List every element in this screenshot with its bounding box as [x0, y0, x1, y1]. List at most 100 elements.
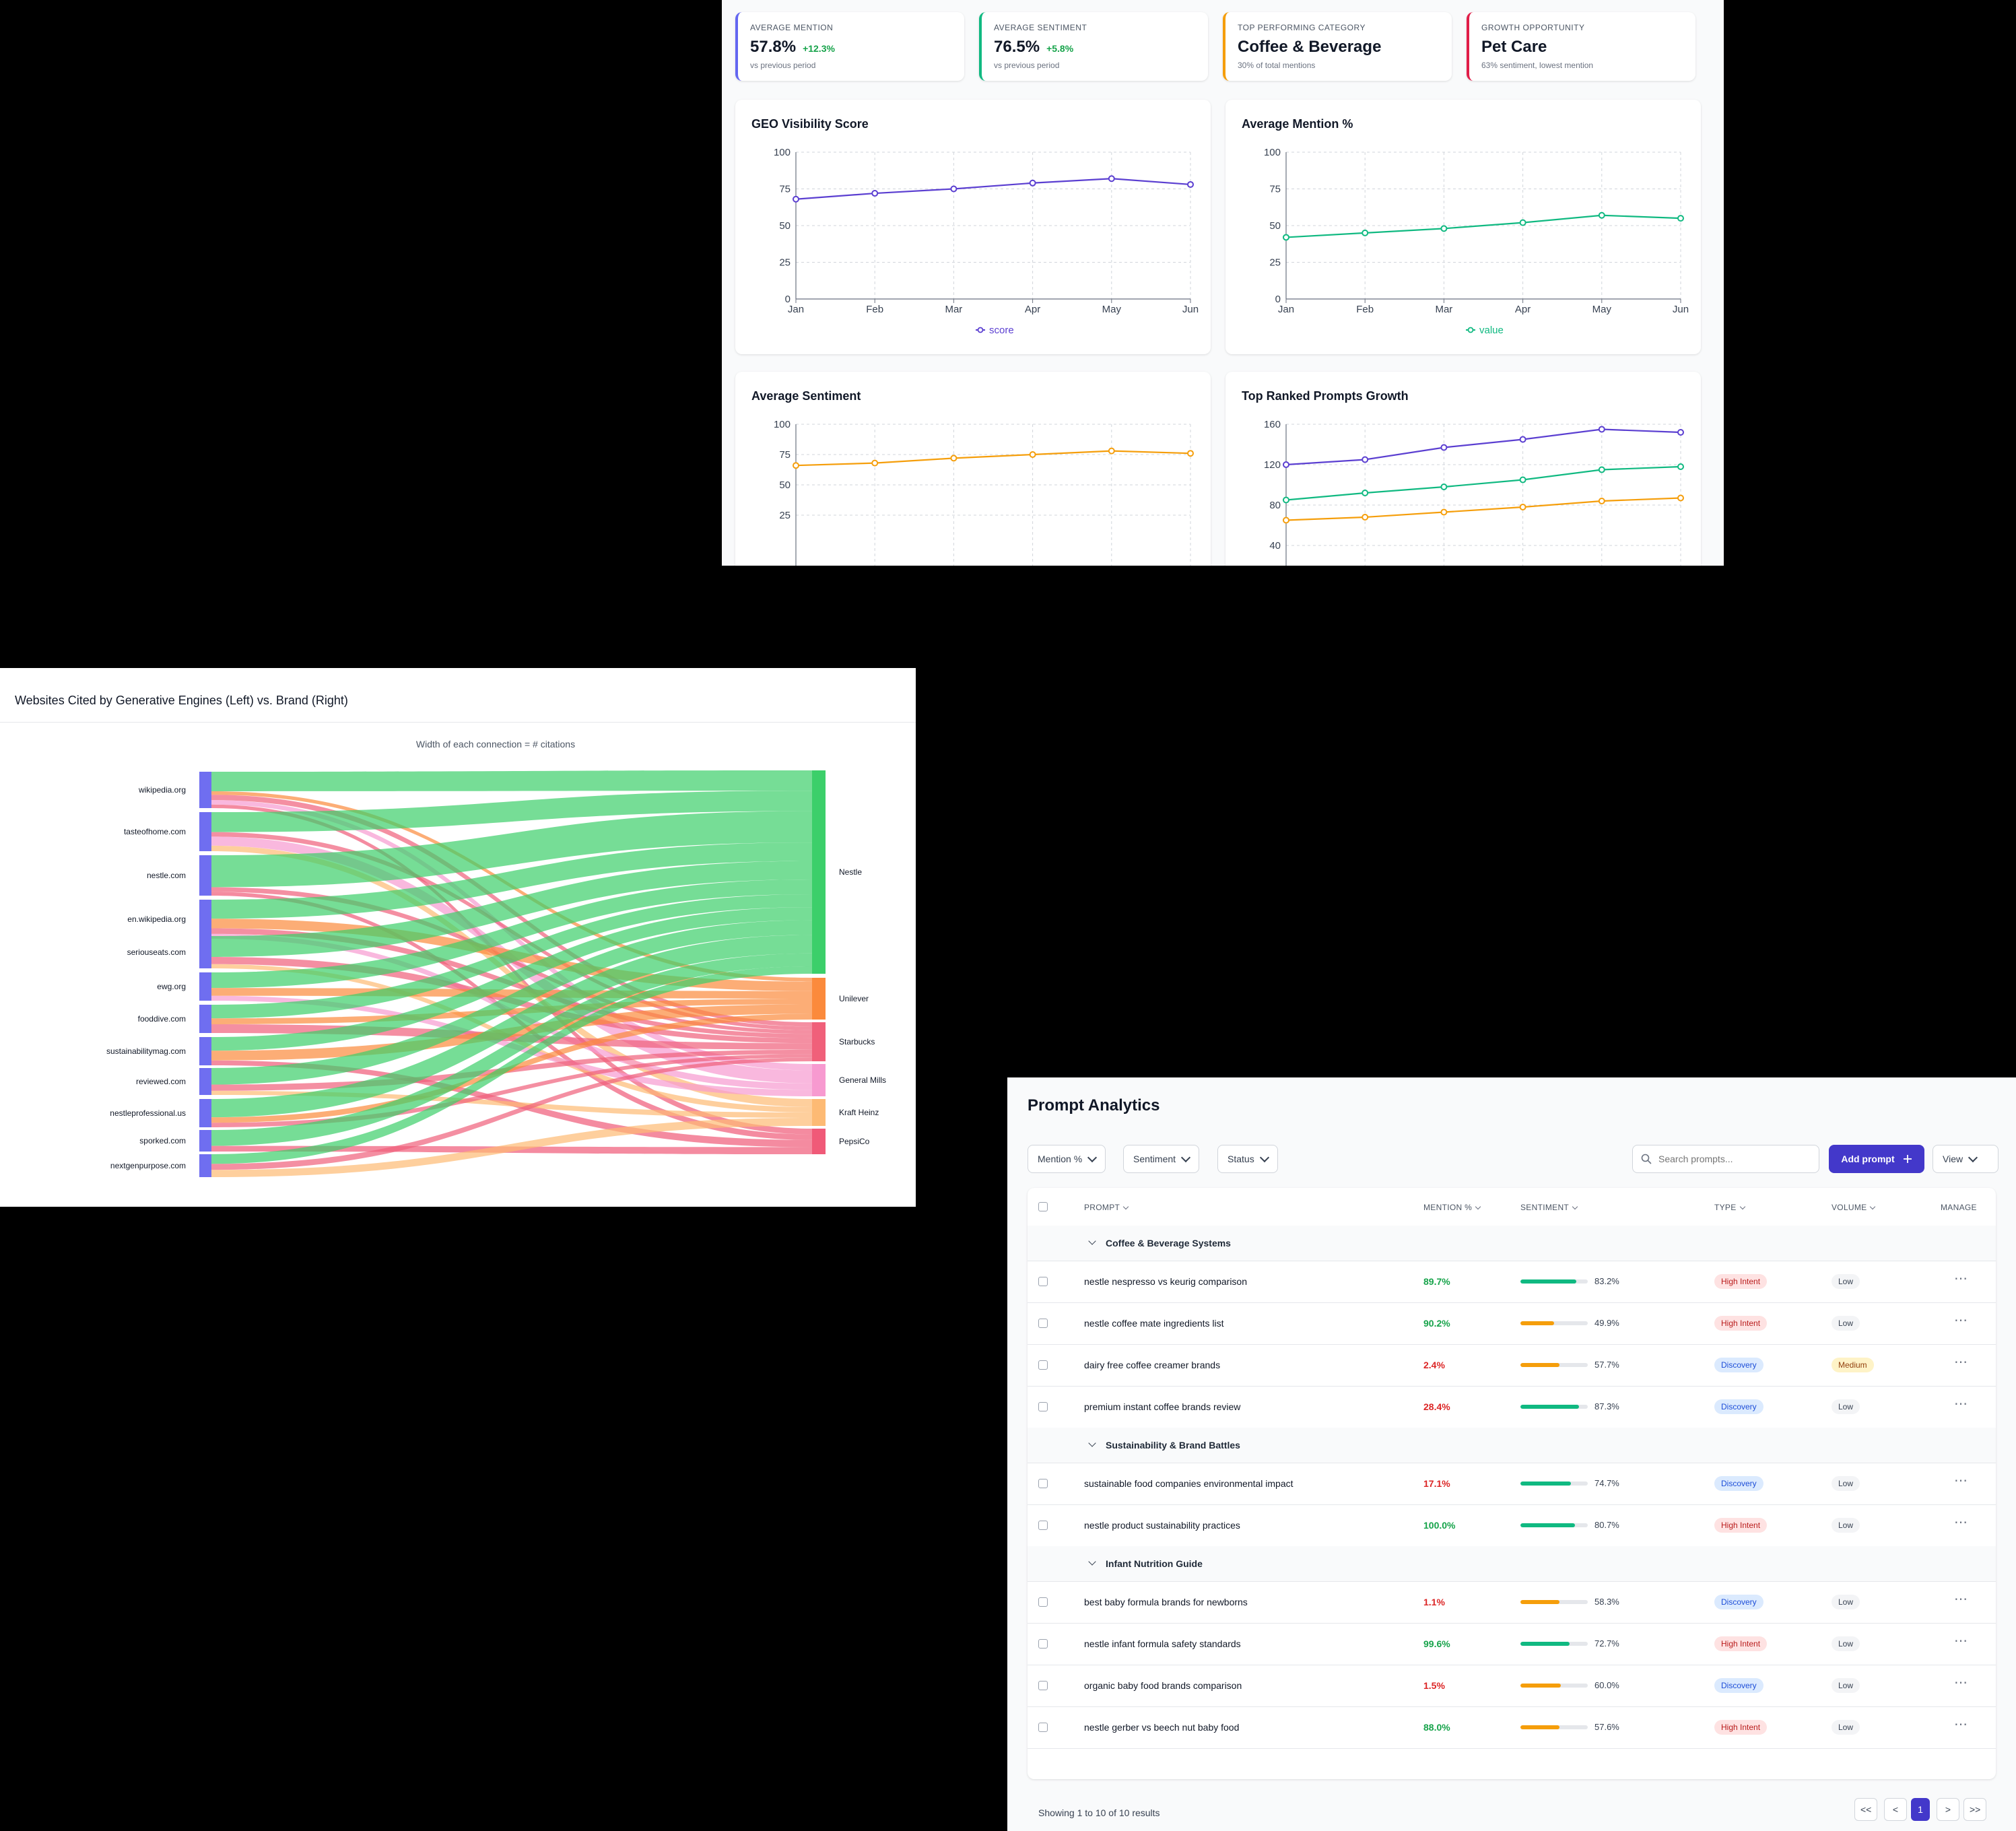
search-box[interactable]	[1632, 1145, 1819, 1173]
more-options-icon[interactable]: ⋯	[1954, 1312, 1968, 1329]
page-next-button[interactable]: >	[1937, 1798, 1959, 1821]
data-point	[1598, 211, 1605, 219]
add-prompt-button[interactable]: Add prompt	[1829, 1145, 1924, 1173]
column-mention[interactable]: MENTION %	[1423, 1203, 1481, 1212]
x-tick-label: Jun	[1182, 304, 1199, 315]
row-checkbox[interactable]	[1038, 1319, 1048, 1328]
page-last-button[interactable]: >>	[1963, 1798, 1987, 1821]
prompt-text[interactable]: premium instant coffee brands review	[1084, 1401, 1240, 1412]
more-options-icon[interactable]: ⋯	[1954, 1716, 1968, 1733]
page-first-button[interactable]: <<	[1854, 1798, 1878, 1821]
row-checkbox[interactable]	[1038, 1597, 1048, 1607]
prompt-text[interactable]: nestle nespresso vs keurig comparison	[1084, 1276, 1247, 1287]
select-all-checkbox[interactable]	[1038, 1202, 1048, 1211]
sankey-source-node	[199, 1154, 211, 1177]
filter-sentiment-button[interactable]: Sentiment	[1123, 1145, 1200, 1173]
y-tick-label: 40	[1269, 540, 1281, 552]
prompt-text[interactable]: nestle infant formula safety standards	[1084, 1638, 1241, 1649]
chevron-down-icon[interactable]	[1088, 1439, 1096, 1447]
prompt-text[interactable]: nestle product sustainability practices	[1084, 1520, 1240, 1531]
data-point	[1029, 451, 1036, 458]
prompts-growth-card: Top Ranked Prompts Growth 40 80 120 160	[1225, 372, 1701, 566]
row-checkbox[interactable]	[1038, 1402, 1048, 1411]
sentiment-bar-fill	[1520, 1725, 1559, 1729]
sankey-source-label: ewg.org	[157, 982, 186, 991]
search-input[interactable]	[1657, 1153, 1801, 1165]
more-options-icon[interactable]: ⋯	[1954, 1354, 1968, 1370]
prompt-text[interactable]: nestle gerber vs beech nut baby food	[1084, 1722, 1239, 1733]
sankey-target-label: Nestle	[839, 867, 862, 877]
legend-label: value	[1479, 325, 1504, 336]
data-point	[1362, 490, 1369, 496]
column-volume[interactable]: VOLUME	[1832, 1203, 1876, 1212]
chevron-down-icon[interactable]	[1088, 1237, 1096, 1245]
filter-status-button[interactable]: Status	[1217, 1145, 1278, 1173]
chevron-down-icon[interactable]	[1088, 1558, 1096, 1566]
sankey-source-node	[199, 936, 211, 968]
sankey-source-node	[199, 972, 211, 1001]
x-tick-label: May	[1592, 304, 1612, 315]
y-tick-label: 75	[1269, 184, 1281, 195]
column-prompt[interactable]: PROMPT	[1084, 1203, 1129, 1212]
column-sentiment[interactable]: SENTIMENT	[1520, 1203, 1578, 1212]
mention-value: 89.7%	[1423, 1276, 1450, 1287]
y-tick-label: 25	[1269, 257, 1281, 269]
y-tick-label: 25	[779, 257, 791, 269]
row-checkbox[interactable]	[1038, 1479, 1048, 1488]
page-1-button[interactable]: 1	[1911, 1798, 1930, 1821]
view-button[interactable]: View	[1933, 1145, 1998, 1173]
filter-mention-button[interactable]: Mention %	[1028, 1145, 1106, 1173]
more-options-icon[interactable]: ⋯	[1954, 1674, 1968, 1691]
volume-badge: Low	[1832, 1316, 1860, 1331]
row-checkbox[interactable]	[1038, 1521, 1048, 1530]
row-checkbox[interactable]	[1038, 1277, 1048, 1286]
sankey-source-node	[199, 1037, 211, 1065]
sankey-source-node	[199, 1068, 211, 1095]
group-row[interactable]: Infant Nutrition Guide	[1028, 1546, 1996, 1582]
prompt-text[interactable]: nestle coffee mate ingredients list	[1084, 1318, 1224, 1329]
prompt-text[interactable]: sustainable food companies environmental…	[1084, 1478, 1293, 1489]
type-badge: High Intent	[1714, 1316, 1768, 1331]
chevron-down-icon	[1968, 1152, 1978, 1163]
more-options-icon[interactable]: ⋯	[1954, 1632, 1968, 1649]
row-checkbox[interactable]	[1038, 1723, 1048, 1732]
row-checkbox[interactable]	[1038, 1639, 1048, 1649]
dashboard-panel: AVERAGE MENTION 57.8% +12.3% vs previous pe…	[722, 0, 1724, 566]
page-prev-button[interactable]: <	[1884, 1798, 1907, 1821]
sentiment-value: 49.9%	[1594, 1318, 1619, 1328]
volume-badge: Low	[1832, 1518, 1860, 1533]
sentiment-value: 80.7%	[1594, 1520, 1619, 1530]
sankey-target-node	[812, 1129, 826, 1154]
prompt-text[interactable]: organic baby food brands comparison	[1084, 1680, 1242, 1691]
row-checkbox[interactable]	[1038, 1360, 1048, 1370]
sentiment-bar	[1520, 1321, 1588, 1325]
type-badge: Discovery	[1714, 1399, 1763, 1414]
sankey-source-node	[199, 855, 211, 896]
more-options-icon[interactable]: ⋯	[1954, 1514, 1968, 1531]
column-manage-label: MANAGE	[1941, 1203, 1977, 1212]
kpi-card: AVERAGE MENTION 57.8% +12.3% vs previous pe…	[735, 12, 964, 81]
table-row: nestle infant formula safety standards 99…	[1028, 1623, 1996, 1665]
prompt-text[interactable]: best baby formula brands for newborns	[1084, 1597, 1248, 1607]
x-tick-label: Feb	[866, 304, 883, 315]
prompt-text[interactable]: dairy free coffee creamer brands	[1084, 1360, 1220, 1370]
filter-status-label: Status	[1228, 1154, 1254, 1164]
plus-icon	[1903, 1155, 1912, 1163]
column-type[interactable]: TYPE	[1714, 1203, 1745, 1212]
data-point	[1598, 466, 1605, 473]
kpi-value: 57.8%	[750, 38, 797, 56]
row-checkbox[interactable]	[1038, 1681, 1048, 1690]
sankey-source-label: en.wikipedia.org	[127, 914, 186, 924]
y-tick-label: 50	[1269, 220, 1281, 232]
data-point	[1283, 517, 1289, 524]
more-options-icon[interactable]: ⋯	[1954, 1270, 1968, 1287]
group-row[interactable]: Coffee & Beverage Systems	[1028, 1226, 1996, 1261]
group-row[interactable]: Sustainability & Brand Battles	[1028, 1428, 1996, 1463]
sankey-source-label: fooddive.com	[138, 1014, 186, 1024]
more-options-icon[interactable]: ⋯	[1954, 1395, 1968, 1412]
more-options-icon[interactable]: ⋯	[1954, 1591, 1968, 1607]
more-options-icon[interactable]: ⋯	[1954, 1472, 1968, 1489]
data-point	[950, 185, 957, 193]
sankey-source-node	[199, 1099, 211, 1127]
volume-badge: Low	[1832, 1720, 1860, 1735]
